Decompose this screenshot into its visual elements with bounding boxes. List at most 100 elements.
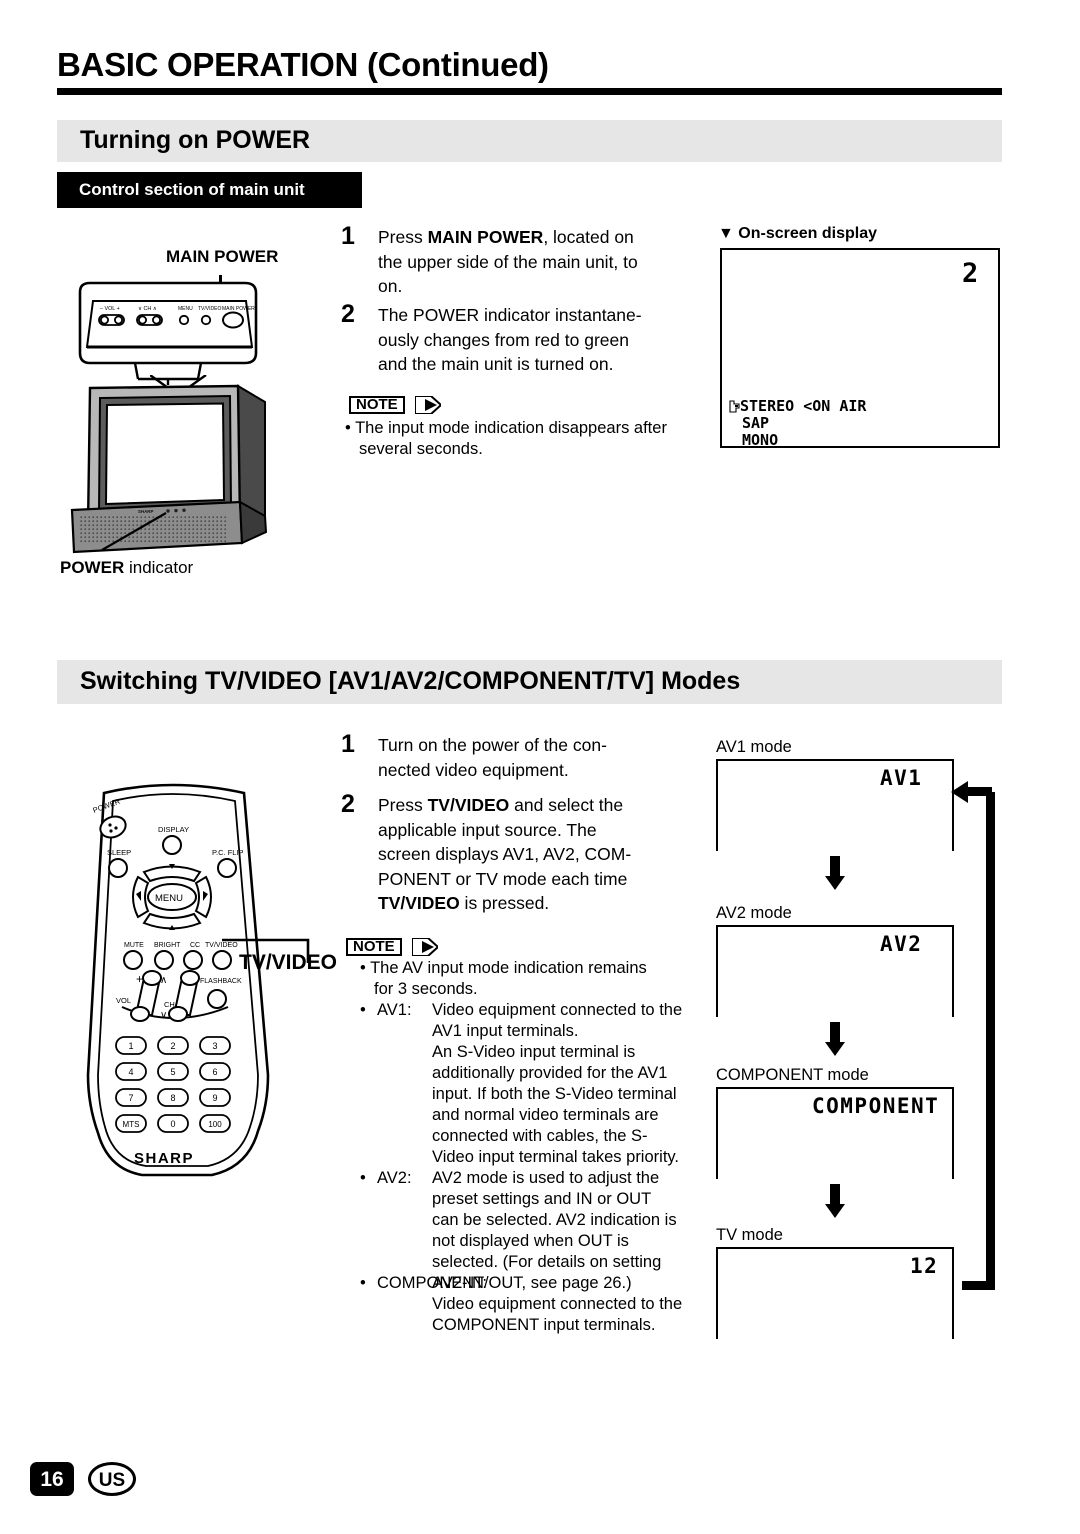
svg-text:7: 7 xyxy=(128,1093,133,1103)
region-badge: US xyxy=(88,1462,136,1496)
svg-text:2: 2 xyxy=(170,1041,175,1051)
note-2-text-1-0: Video equipment connected to the xyxy=(432,1001,683,1019)
note-text-1-line2: several seconds. xyxy=(359,440,483,458)
title-rule xyxy=(57,88,1002,95)
step-1-number: 1 xyxy=(341,222,355,250)
svg-text:MENU: MENU xyxy=(178,306,193,312)
osd-line-1: STEREO <ON AIR xyxy=(740,397,867,415)
modes-step-2-number: 2 xyxy=(341,790,355,818)
note-2-text-1-6: connected with cables, the S- xyxy=(432,1127,648,1145)
loop-arrow-head-icon xyxy=(951,781,968,803)
subheading-control-section-label: Control section of main unit xyxy=(79,180,305,199)
modes-step-1-line1: Turn on the power of the con- xyxy=(378,735,607,755)
svg-text:∨: ∨ xyxy=(160,1010,167,1021)
remote-control-illustration: POWER DISPLAY SLEEP P.C. FLIP MENU MUTE … xyxy=(72,775,332,1185)
note-2-text-1-5: and normal video terminals are xyxy=(432,1106,659,1124)
tv-illustration: SHARP xyxy=(60,380,290,560)
mode-caption-av1: AV1 mode xyxy=(716,738,792,756)
section-heading-modes: Switching TV/VIDEO [AV1/AV2/COMPONENT/TV… xyxy=(80,667,741,695)
note-2-text-2-2: can be selected. AV2 indication is xyxy=(432,1211,677,1229)
svg-text:∨ CH ∧: ∨ CH ∧ xyxy=(138,306,157,312)
modes-step-2-line4: PONENT or TV mode each time xyxy=(378,868,628,889)
page-number-badge: 16 xyxy=(30,1462,74,1496)
note-text-1-line1: The input mode indication disappears aft… xyxy=(355,419,667,437)
osd-caption-text: On-screen display xyxy=(738,225,878,242)
hand-pointer-icon xyxy=(729,400,740,413)
modes-step-2-line3: screen displays AV1, AV2, COM- xyxy=(378,844,632,864)
step-1-line2: the upper side of the main unit, to xyxy=(378,251,638,272)
note-2-text-0-0: The AV input mode indication remains xyxy=(370,959,647,977)
modes-step-2-line2: applicable input source. The xyxy=(378,819,597,840)
modes-step-2-post: and select the xyxy=(509,795,624,815)
svg-text:100: 100 xyxy=(208,1120,222,1129)
note-arrow-icon-2 xyxy=(412,938,438,956)
note-2-term-1: AV1: xyxy=(377,1001,412,1019)
note-2-text-0-1: for 3 seconds. xyxy=(374,980,478,998)
svg-text:6: 6 xyxy=(212,1067,217,1077)
note-2-bullet-3: • xyxy=(360,1274,366,1292)
note-2-text-2-4: selected. (For details on setting xyxy=(432,1253,662,1271)
power-indicator-label-rest: indicator xyxy=(124,558,194,577)
region-code: US xyxy=(98,1470,126,1491)
power-indicator-label: POWER indicator xyxy=(60,558,193,578)
svg-text:– VOL +: – VOL + xyxy=(100,306,120,312)
svg-text:SHARP: SHARP xyxy=(134,1150,194,1167)
note-label-1: NOTE xyxy=(356,396,398,413)
svg-text:FLASHBACK: FLASHBACK xyxy=(200,978,242,985)
step-1-bold: MAIN POWER xyxy=(427,227,544,247)
loop-arrow-vertical xyxy=(986,792,995,1290)
mode-caption-tv: TV mode xyxy=(716,1226,783,1244)
svg-text:VOL: VOL xyxy=(116,996,131,1005)
svg-text:TV/VIDEO: TV/VIDEO xyxy=(198,306,221,312)
svg-text:9: 9 xyxy=(212,1093,217,1103)
page-number: 16 xyxy=(40,1468,64,1491)
step-1-text: Press MAIN POWER, located on the upper s… xyxy=(378,225,688,299)
step-2-text: The POWER indicator instantane- ously ch… xyxy=(378,303,698,377)
loop-arrow-bottom xyxy=(962,1281,995,1290)
note-2-bullet-0: • xyxy=(360,959,366,977)
osd-line-1-row: STEREO <ON AIR xyxy=(729,398,866,415)
osd-line-2: SAP xyxy=(742,414,770,432)
svg-text:BRIGHT: BRIGHT xyxy=(154,942,181,949)
note-bullet-1: • xyxy=(345,419,351,437)
note-item-0: • The AV input mode indication remains f… xyxy=(360,958,710,1000)
note-2-text-3-1: COMPONENT input terminals. xyxy=(432,1316,656,1334)
step-1-line3: on. xyxy=(378,276,403,296)
section-heading-power: Turning on POWER xyxy=(80,126,311,154)
modes-step-2-pre: Press xyxy=(378,795,428,815)
modes-step-2-line5-post: is pressed. xyxy=(459,893,550,913)
mode-value-component: COMPONENT xyxy=(812,1094,940,1118)
step-2-line3: and the main unit is turned on. xyxy=(378,354,614,374)
note-2-text-1-2: An S-Video input terminal is xyxy=(432,1043,636,1061)
modes-step-1-text: Turn on the power of the con- nected vid… xyxy=(378,733,698,782)
svg-text:MAIN POWER: MAIN POWER xyxy=(222,306,255,312)
svg-text:P.C. FLIP: P.C. FLIP xyxy=(212,848,244,857)
svg-text:5: 5 xyxy=(170,1067,175,1077)
svg-text:MUTE: MUTE xyxy=(124,942,144,949)
subheading-control-section: Control section of main unit xyxy=(57,172,362,208)
svg-text:3: 3 xyxy=(212,1041,217,1051)
mode-value-tv: 12 xyxy=(910,1254,939,1278)
step-2-line2: ously changes from red to green xyxy=(378,329,629,350)
modes-step-2-bold: TV/VIDEO xyxy=(427,795,510,815)
svg-text:1: 1 xyxy=(128,1041,133,1051)
note-2-text-3-0: Video equipment connected to the xyxy=(432,1295,683,1313)
note-2-bullet-1: • xyxy=(360,1001,366,1019)
note-2-bullet-2: • xyxy=(360,1169,366,1187)
osd-caption-arrow-icon: ▼ xyxy=(718,225,734,242)
mode-value-av1: AV1 xyxy=(880,766,923,790)
control-panel-illustration: – VOL + ∨ CH ∧ MENU TV/VIDEO MAIN POWER xyxy=(60,275,360,385)
svg-text:SHARP: SHARP xyxy=(138,509,153,514)
note-2-text-1-4: input. If both the S-Video terminal xyxy=(432,1085,677,1103)
svg-text:DISPLAY: DISPLAY xyxy=(158,825,189,834)
main-power-label: MAIN POWER xyxy=(166,247,279,266)
note-body-1: • The input mode indication disappears a… xyxy=(345,418,705,460)
step-2-line1: The POWER indicator instantane- xyxy=(378,305,642,325)
modes-step-1-number: 1 xyxy=(341,730,355,758)
step-1-pre: Press xyxy=(378,227,428,247)
note-2-text-1-1: AV1 input terminals. xyxy=(432,1022,579,1040)
svg-text:CC: CC xyxy=(190,942,200,949)
modes-step-2-text: Press TV/VIDEO and select the applicable… xyxy=(378,793,708,916)
note-2-text-2-1: preset settings and IN or OUT xyxy=(432,1190,652,1208)
tvvideo-callout-label: TV/VIDEO xyxy=(239,951,338,974)
